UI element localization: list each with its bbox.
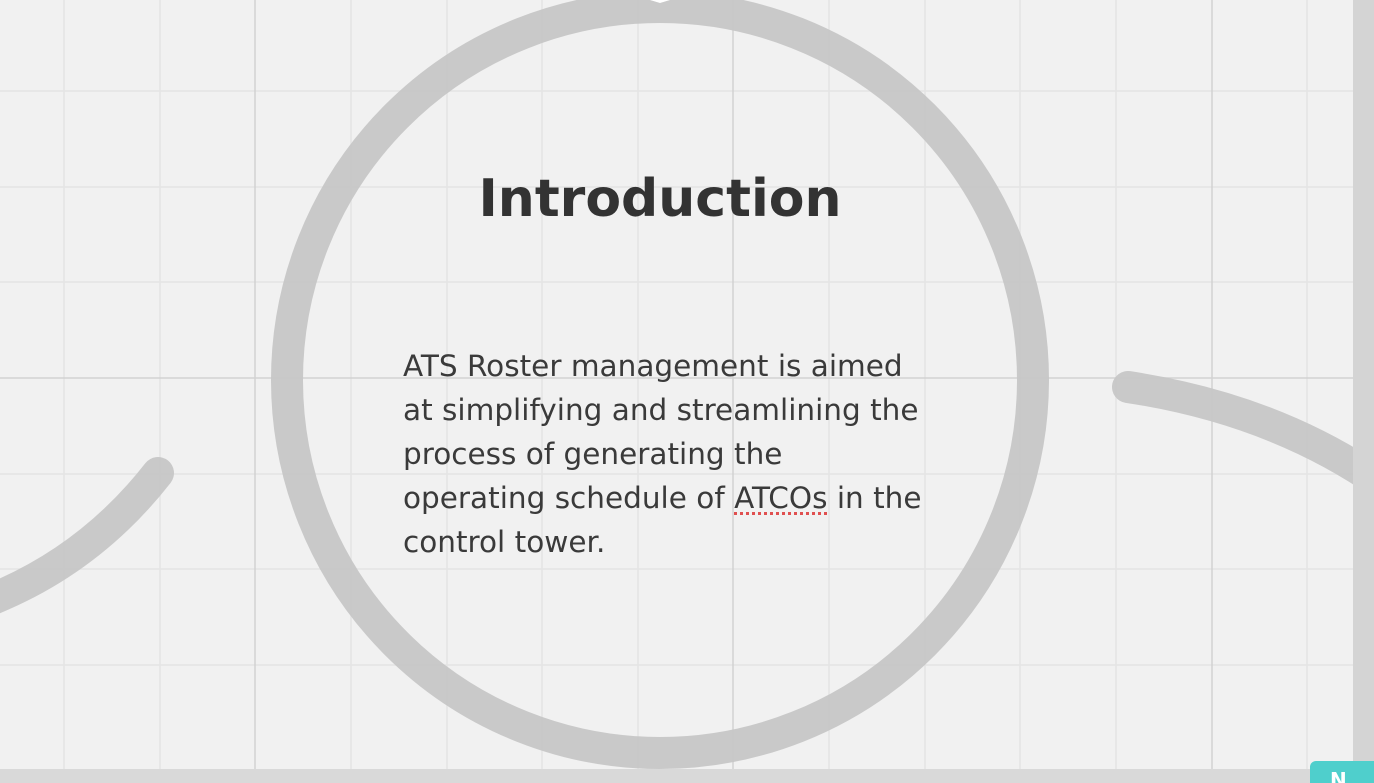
slide-title[interactable]: Introduction bbox=[440, 166, 880, 232]
vertical-scrollbar[interactable] bbox=[1353, 0, 1374, 770]
spellcheck-flagged-word: ATCOs bbox=[734, 481, 828, 515]
slide-body-text[interactable]: ATS Roster management is aimed at simpli… bbox=[403, 344, 933, 564]
right-arc-shape bbox=[1112, 371, 1374, 499]
new-button[interactable]: N bbox=[1310, 761, 1374, 783]
horizontal-scrollbar[interactable] bbox=[0, 769, 1374, 783]
presentation-canvas[interactable]: Introduction ATS Roster management is ai… bbox=[0, 0, 1374, 783]
left-arc-shape bbox=[0, 457, 174, 614]
